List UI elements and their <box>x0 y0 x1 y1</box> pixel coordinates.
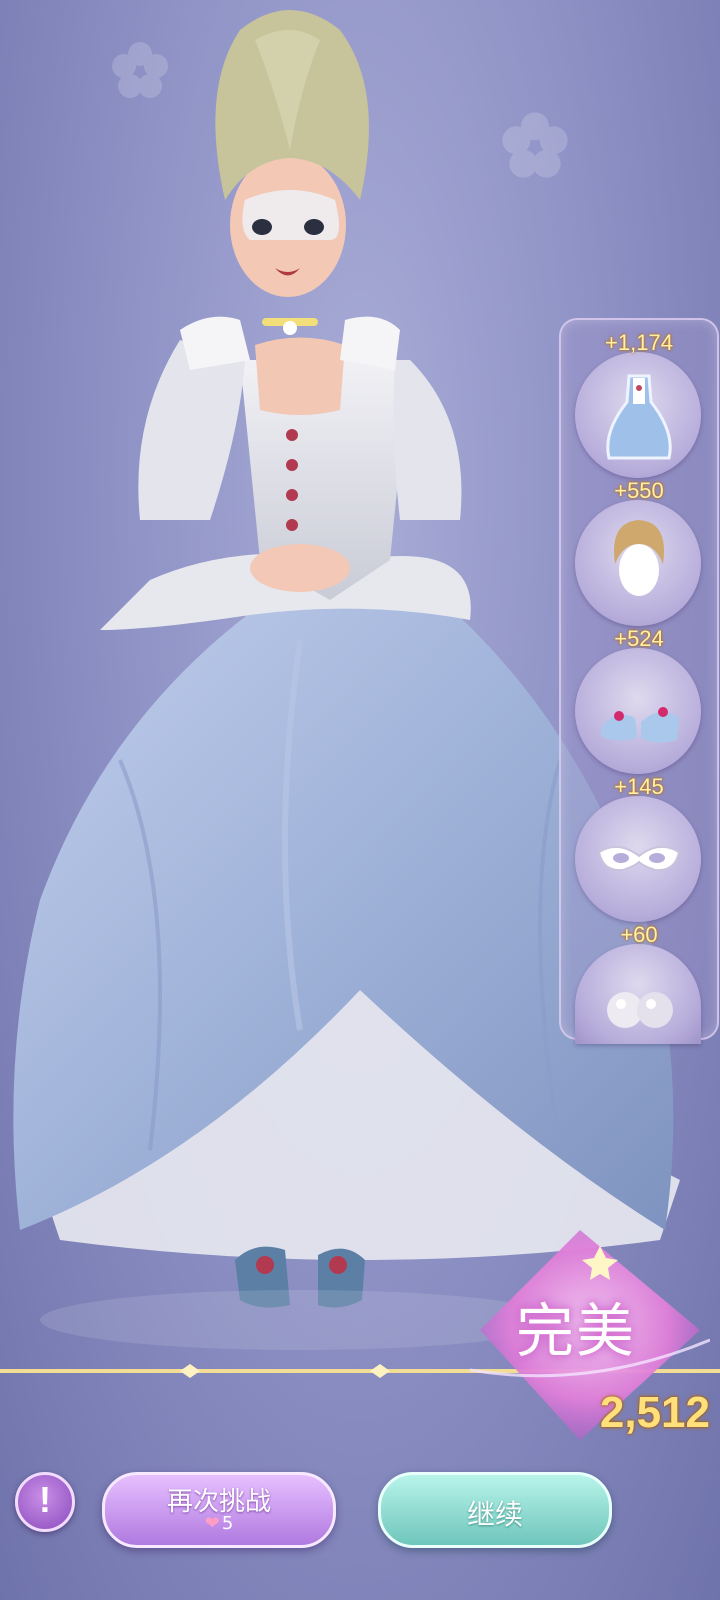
score-breakdown-panel: +1,174 +550 +524 +145 +60 <box>559 318 719 1044</box>
retry-cost-value: 5 <box>221 1513 234 1534</box>
item-mask[interactable]: +145 <box>571 774 707 922</box>
hairstyle-icon <box>614 520 664 596</box>
item-dress[interactable]: +1,174 <box>571 330 707 478</box>
item-earrings[interactable]: +60 <box>571 922 707 1062</box>
rating-label: 完美 <box>515 1297 636 1365</box>
item-points: +524 <box>614 626 664 651</box>
retry-challenge-button[interactable]: 再次挑战 ❤ 5 <box>102 1472 336 1548</box>
retry-cost: ❤ 5 <box>105 1513 333 1534</box>
info-button[interactable]: ! <box>15 1472 75 1532</box>
continue-label: 继续 <box>466 1498 523 1531</box>
item-points: +550 <box>614 478 664 503</box>
item-shoes[interactable]: +524 <box>571 626 707 774</box>
total-score: 2,512 <box>599 1388 710 1437</box>
item-points: +60 <box>620 922 658 947</box>
mask-icon <box>597 845 681 872</box>
item-hairstyle[interactable]: +550 <box>571 478 707 626</box>
dress-icon <box>606 374 672 460</box>
game-stage: +1,174 +550 +524 +145 +60 完美 2,512 ! 再次挑… <box>0 0 720 1600</box>
item-points: +145 <box>614 774 664 799</box>
item-points: +1,174 <box>605 330 673 355</box>
shoes-icon <box>601 707 679 743</box>
info-icon: ! <box>39 1479 51 1520</box>
continue-button[interactable]: 继续 <box>378 1472 612 1548</box>
heart-icon: ❤ <box>204 1513 220 1534</box>
earrings-icon <box>607 992 673 1028</box>
